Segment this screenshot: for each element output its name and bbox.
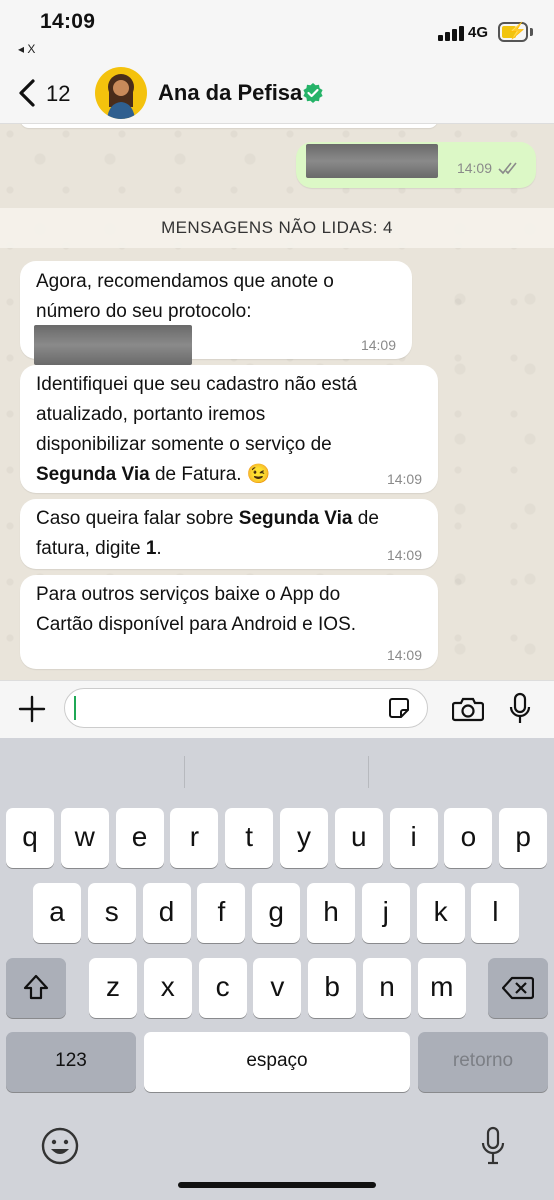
unread-messages-banner: MENSAGENS NÃO LIDAS: 4 xyxy=(0,208,554,248)
camera-icon[interactable] xyxy=(452,696,484,722)
backspace-key[interactable] xyxy=(488,958,548,1018)
redacted-text xyxy=(306,144,438,178)
plus-icon[interactable] xyxy=(18,695,46,723)
dictation-mic-icon[interactable] xyxy=(480,1126,506,1166)
message-time: 14:09 xyxy=(456,160,492,176)
text-caret xyxy=(74,696,76,720)
composer-bar xyxy=(0,680,554,738)
message-text-line: Identifiquei que seu cadastro não está xyxy=(36,374,358,395)
key-v[interactable]: v xyxy=(253,958,302,1018)
status-bar: 14:09 ◂ X 4G ⚡ xyxy=(0,0,554,62)
unread-chats-count[interactable]: 12 xyxy=(46,81,70,107)
key-h[interactable]: h xyxy=(307,883,355,943)
message-text-line: Agora, recomendamos que anote o xyxy=(36,271,334,292)
key-f[interactable]: f xyxy=(197,883,246,943)
signal-icon xyxy=(438,25,464,41)
message-bubble-partial xyxy=(20,124,438,128)
back-to-app-link[interactable]: ◂ X xyxy=(18,42,35,56)
key-s[interactable]: s xyxy=(87,883,136,943)
key-u[interactable]: u xyxy=(334,808,383,868)
message-time: 14:09 xyxy=(386,471,422,487)
incoming-message-bubble[interactable]: Agora, recomendamos que anote o número d… xyxy=(20,261,412,365)
keyboard: qwertyuiop asdfghjkl zxcvbnm 123 espaço … xyxy=(0,738,554,1200)
network-type: 4G xyxy=(468,24,489,41)
message-text-line: atualizado, portanto iremos xyxy=(36,404,266,425)
bold-text: 1 xyxy=(145,538,157,559)
key-b[interactable]: b xyxy=(308,958,357,1018)
key-z[interactable]: z xyxy=(89,958,137,1018)
message-text-line: Segunda Via de Fatura. 😉 xyxy=(36,464,271,485)
message-text-line: número do seu protocolo: xyxy=(36,301,252,322)
contact-name[interactable]: Ana da Pefisa xyxy=(158,80,302,106)
message-text-line: disponibilizar somente o serviço de xyxy=(36,434,332,455)
key-o[interactable]: o xyxy=(444,808,493,868)
key-n[interactable]: n xyxy=(363,958,411,1018)
bold-text: Segunda Via xyxy=(238,508,353,529)
status-time: 14:09 xyxy=(40,10,96,33)
key-l[interactable]: l xyxy=(471,883,520,943)
message-time: 14:09 xyxy=(386,647,422,663)
sticker-icon[interactable] xyxy=(388,697,410,719)
message-text-line: Cartão disponível para Android e IOS. xyxy=(36,614,357,635)
key-p[interactable]: p xyxy=(499,808,548,868)
message-time: 14:09 xyxy=(360,337,396,353)
space-key[interactable]: espaço xyxy=(144,1032,410,1092)
contact-avatar[interactable] xyxy=(95,67,147,119)
suggestion-divider xyxy=(184,756,185,788)
shift-icon xyxy=(23,974,49,1000)
shift-key[interactable] xyxy=(6,958,66,1018)
verified-badge-icon xyxy=(303,83,323,103)
key-y[interactable]: y xyxy=(280,808,328,868)
suggestion-divider xyxy=(368,756,369,788)
key-m[interactable]: m xyxy=(417,958,466,1018)
message-text-line: fatura, digite 1. xyxy=(36,538,162,559)
key-t[interactable]: t xyxy=(225,808,274,868)
key-q[interactable]: q xyxy=(6,808,54,868)
key-r[interactable]: r xyxy=(170,808,219,868)
incoming-message-bubble[interactable]: Caso queira falar sobre Segunda Via de f… xyxy=(20,499,438,569)
battery-cap xyxy=(530,28,533,36)
numbers-key[interactable]: 123 xyxy=(6,1032,136,1092)
message-time: 14:09 xyxy=(386,547,422,563)
key-j[interactable]: j xyxy=(361,883,410,943)
return-key[interactable]: retorno xyxy=(418,1032,548,1092)
message-text-line: Para outros serviços baixe o App do xyxy=(36,584,341,605)
chat-header: 12 Ana da Pefisa xyxy=(0,62,554,124)
message-text-line: Caso queira falar sobre Segunda Via de xyxy=(36,508,379,529)
incoming-message-bubble[interactable]: Identifiquei que seu cadastro não está a… xyxy=(20,365,438,493)
message-list[interactable]: 14:09 MENSAGENS NÃO LIDAS: 4 Agora, reco… xyxy=(0,124,554,680)
read-receipt-icon xyxy=(498,162,517,175)
message-input[interactable] xyxy=(64,688,428,728)
emoji-icon[interactable] xyxy=(40,1126,80,1166)
key-d[interactable]: d xyxy=(142,883,191,943)
key-x[interactable]: x xyxy=(143,958,192,1018)
incoming-message-bubble[interactable]: Para outros serviços baixe o App do Cart… xyxy=(20,575,438,669)
key-g[interactable]: g xyxy=(252,883,301,943)
backspace-icon xyxy=(501,976,535,1000)
key-k[interactable]: k xyxy=(416,883,465,943)
battery-charging-icon: ⚡ xyxy=(498,22,528,42)
bold-text: Segunda Via xyxy=(36,464,150,485)
key-a[interactable]: a xyxy=(33,883,81,943)
redacted-protocol-number xyxy=(34,325,192,365)
home-indicator xyxy=(178,1182,376,1188)
key-e[interactable]: e xyxy=(115,808,164,868)
outgoing-message-bubble[interactable]: 14:09 xyxy=(296,142,536,188)
key-c[interactable]: c xyxy=(198,958,247,1018)
key-w[interactable]: w xyxy=(60,808,109,868)
key-i[interactable]: i xyxy=(389,808,438,868)
back-chevron-icon[interactable] xyxy=(14,76,44,110)
microphone-icon[interactable] xyxy=(508,692,532,726)
